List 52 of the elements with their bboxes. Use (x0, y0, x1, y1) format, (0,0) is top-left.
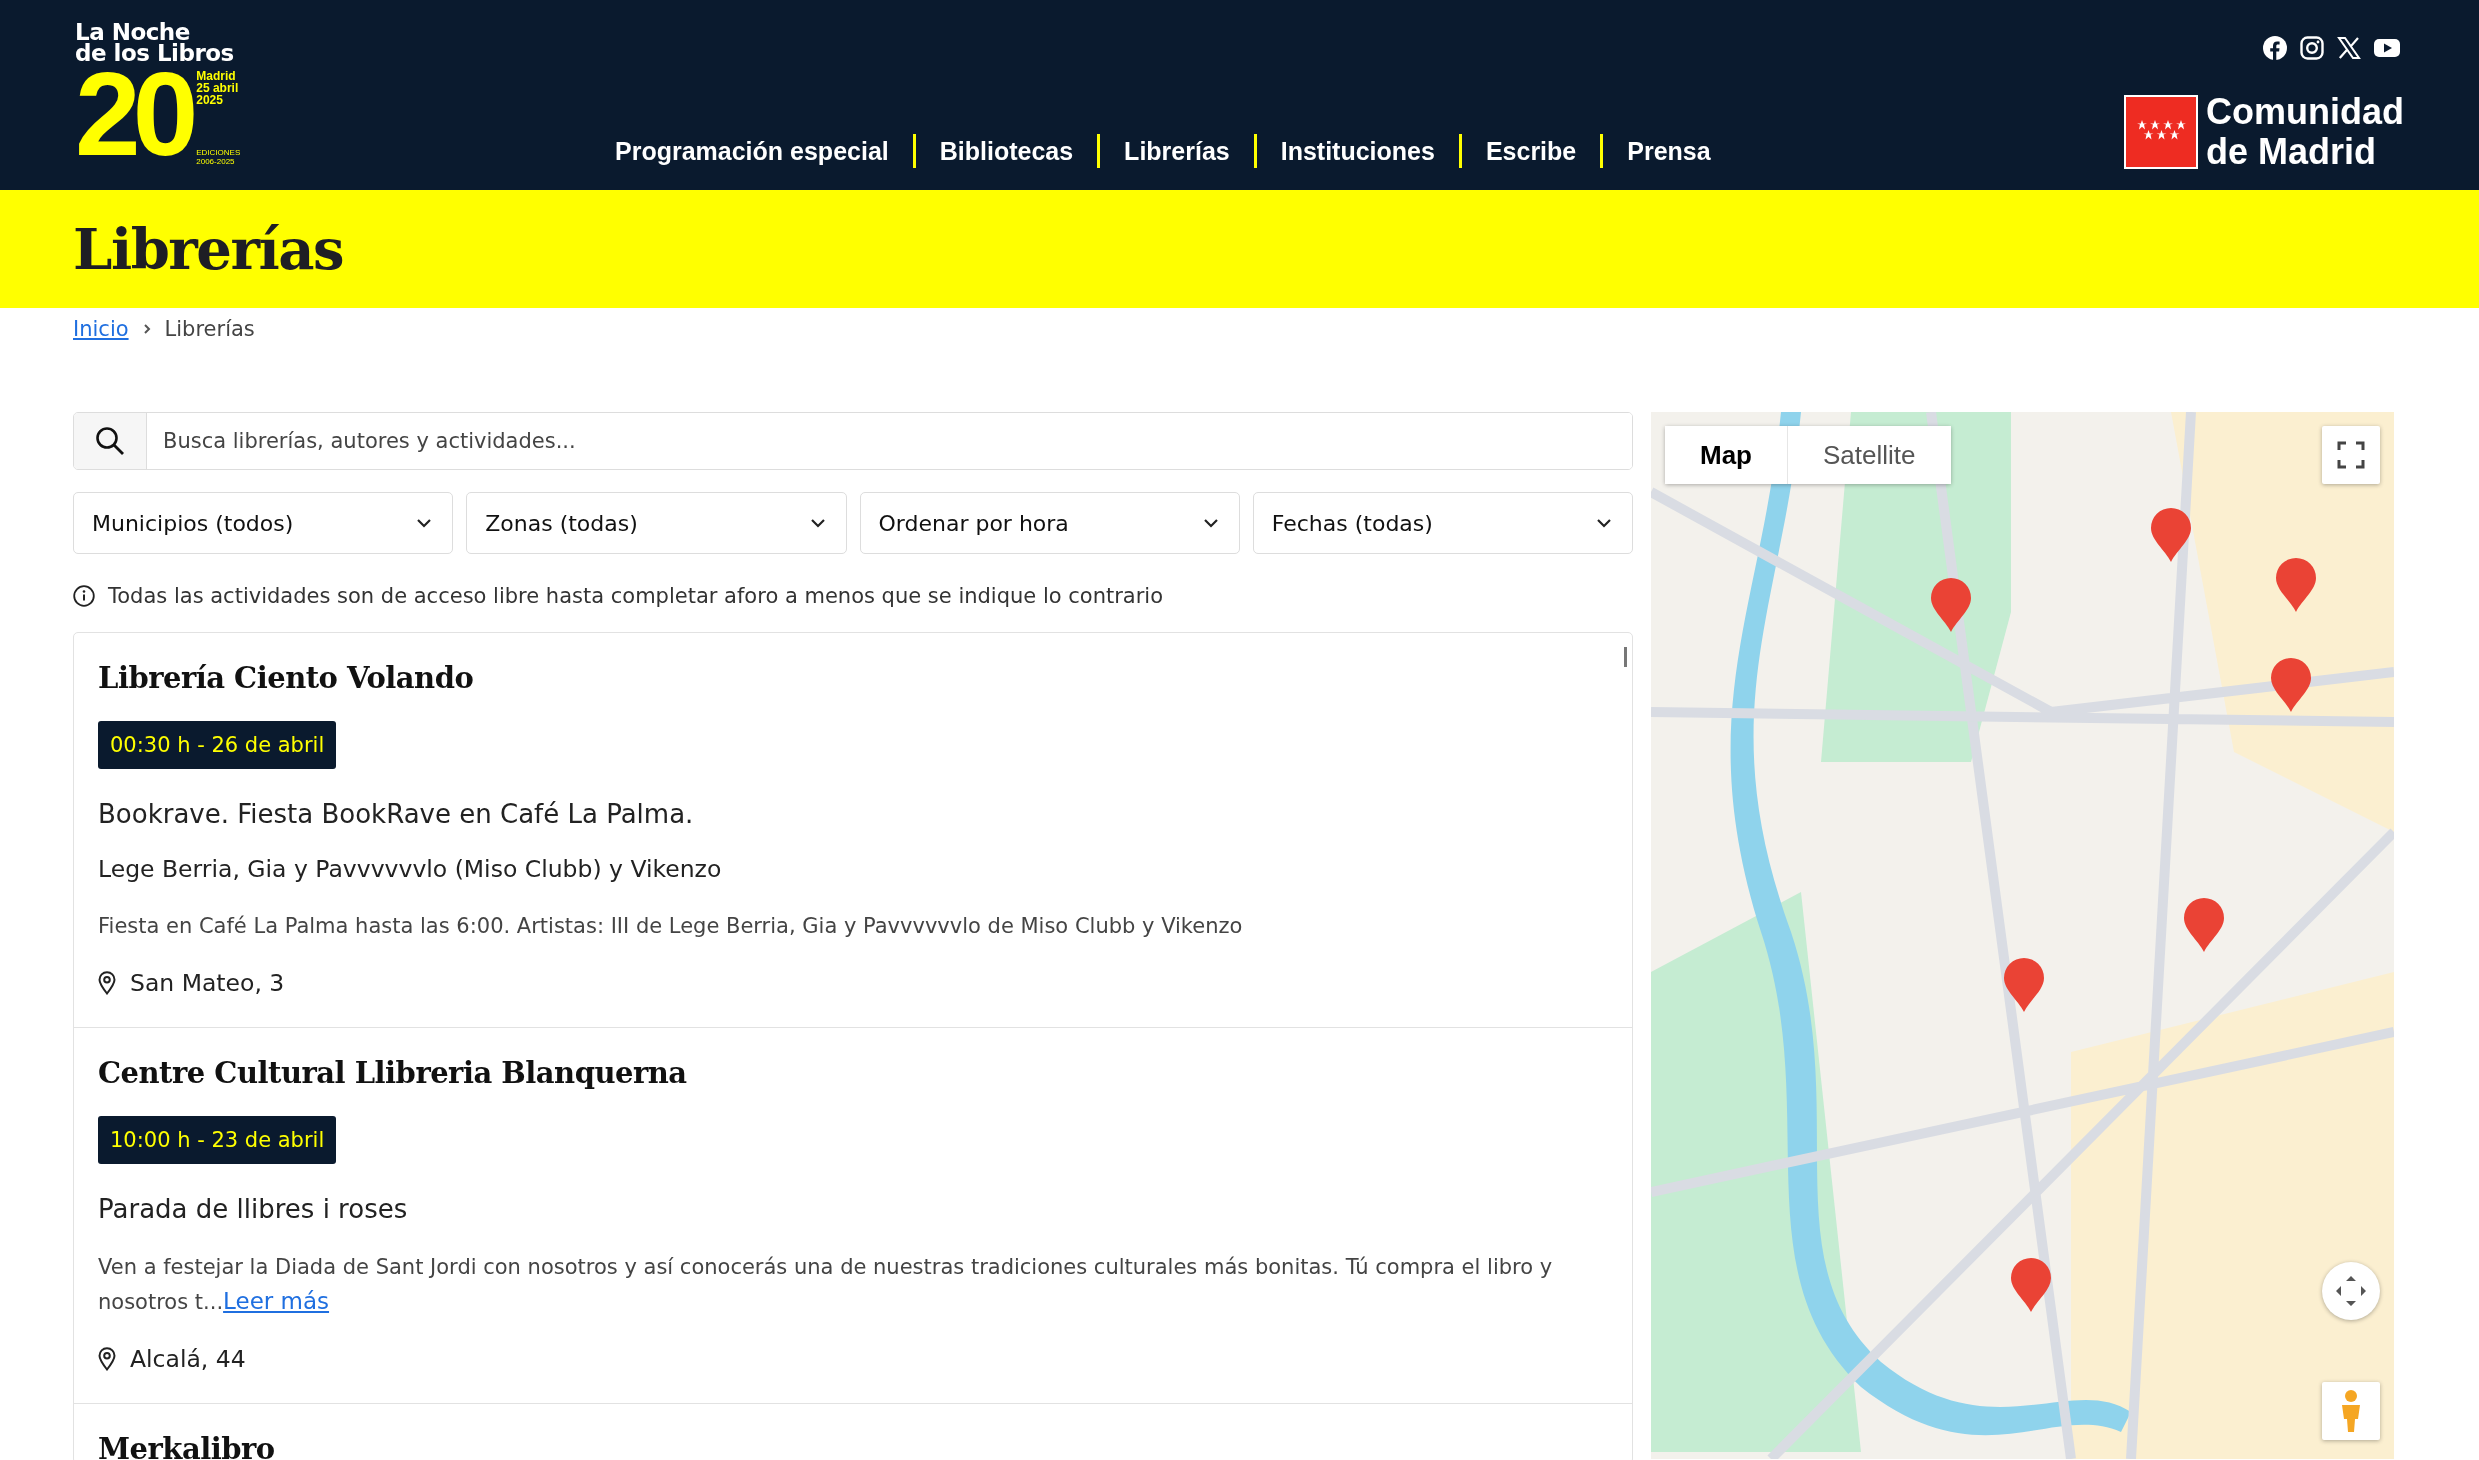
event-title: Parada de llibres i roses (98, 1194, 409, 1224)
logo-title: La Noche de los Libros (75, 22, 235, 64)
map-type-tab[interactable]: Satellite (1787, 426, 1951, 484)
notice-text: Todas las actividades son de acceso libre hasta completar aforo a menos que se indique lo contrario (108, 584, 1164, 608)
logo-editions: EDICIONES 2006-2025 (196, 148, 241, 166)
logo-date: Madrid 25 abril 2025 (196, 70, 240, 106)
location-pin-icon (98, 971, 116, 995)
venue-name: Merkalibro (98, 1432, 276, 1460)
facebook-icon[interactable] (2263, 36, 2287, 60)
youtube-icon[interactable] (2374, 38, 2400, 58)
venue-name: Centre Cultural Llibreria Blanquerna (98, 1056, 688, 1090)
map-type-tab[interactable]: Map (1665, 426, 1787, 484)
fullscreen-icon (2337, 441, 2365, 469)
nav-link[interactable]: Bibliotecas (939, 136, 1074, 166)
page-title: Librerías (73, 216, 344, 282)
filter-dropdown[interactable]: Fechas (todas) (1252, 492, 1633, 554)
breadcrumb-current: Librerías (164, 317, 255, 341)
search-button[interactable] (74, 413, 147, 469)
date-badge: 00:30 h - 26 de abril (98, 721, 337, 769)
chevron-down-icon (416, 518, 433, 528)
logo-number: 20 (75, 64, 191, 164)
address-text: San Mateo, 3 (130, 969, 285, 997)
chevron-down-icon (1596, 518, 1612, 528)
location-pin-icon (98, 1347, 116, 1371)
chevron-icon (142, 324, 151, 334)
chevron-down-icon (1202, 518, 1219, 528)
filter-dropdown[interactable]: Zonas (todas) (466, 492, 847, 554)
performers-text: Lege Berria, Gia y Pavvvvvvlo (Miso Clubb) y Vikenzo (98, 855, 723, 883)
search-icon (95, 426, 125, 456)
search-field[interactable]: Busca librerías, autores y actividades... (73, 412, 1633, 470)
address-text: Alcalá, 44 (130, 1345, 246, 1373)
x-icon[interactable] (2337, 36, 2361, 60)
nav-link[interactable]: Programación especial (615, 136, 889, 166)
sponsor-name: Comunidad de Madrid (2206, 92, 2404, 172)
date-badge: 10:00 h - 23 de abril (98, 1116, 337, 1164)
filter-dropdown[interactable]: Ordenar por hora (859, 492, 1240, 554)
nav-link[interactable]: Escribe (1485, 136, 1577, 166)
info-icon (73, 585, 95, 607)
filter-dropdown[interactable]: Municipios (todos) (73, 492, 454, 554)
nav-link[interactable]: Instituciones (1280, 136, 1435, 166)
read-more-link[interactable]: Leer más (223, 1288, 330, 1314)
venue-name: Librería Ciento Volando (98, 661, 475, 695)
breadcrumb-link[interactable]: Inicio (73, 317, 129, 341)
nav-link[interactable]: Prensa (1627, 136, 1711, 166)
event-description: Ven a festejar la Diada de Sant Jordi con nosotros y así conocerás una de nuestras tradiciones culturales más bonitas. Tú compra el libro y nosotros t...Leer más (98, 1254, 1554, 1316)
chevron-down-icon (809, 518, 826, 528)
nav-link[interactable]: Librerías (1124, 136, 1230, 166)
event-description: Fiesta en Café La Palma hasta las 6:00. Artistas: III de Lege Berria, Gia y Pavvvvvvlo de Miso Clubb y Vikenzo (98, 913, 1244, 940)
event-title: Bookrave. Fiesta BookRave en Café La Palma. (98, 799, 695, 829)
instagram-icon[interactable] (2300, 36, 2324, 60)
flag-icon (2124, 95, 2198, 169)
fullscreen-button[interactable] (2322, 426, 2380, 484)
